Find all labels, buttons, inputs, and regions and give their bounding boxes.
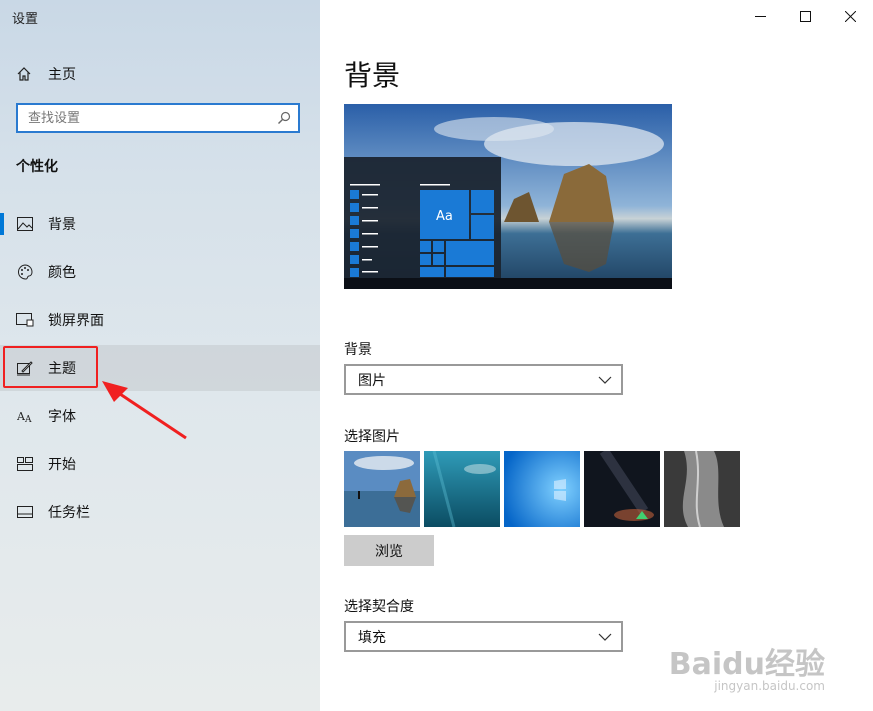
sidebar-item-background[interactable]: 背景	[0, 201, 320, 247]
close-icon	[845, 10, 856, 22]
sidebar-item-colors[interactable]: 颜色	[0, 249, 320, 295]
taskbar-icon	[16, 503, 34, 521]
sidebar-item-label: 字体	[48, 409, 76, 425]
picture-thumbnail-2[interactable]	[424, 451, 500, 527]
sidebar-item-start[interactable]: 开始	[0, 441, 320, 487]
maximize-button[interactable]	[783, 0, 828, 32]
lock-screen-icon	[16, 311, 34, 329]
background-type-label: 背景	[344, 342, 372, 358]
home-icon	[17, 67, 31, 81]
fit-dropdown[interactable]: 填充	[344, 621, 623, 652]
maximize-icon	[800, 10, 811, 22]
watermark-sub: jingyan.baidu.com	[714, 679, 825, 693]
background-type-dropdown[interactable]: 图片	[344, 364, 623, 395]
sidebar: 设置 主页 个性化 背景 颜色 锁屏界面	[0, 0, 320, 711]
sidebar-item-label: 颜色	[48, 265, 76, 281]
minimize-button[interactable]	[738, 0, 783, 32]
fit-value: 填充	[358, 629, 386, 646]
fit-label: 选择契合度	[344, 599, 414, 615]
picture-thumbnail-3[interactable]	[504, 451, 580, 527]
watermark: Baidu经验 jingyan.baidu.com	[668, 639, 825, 693]
home-label: 主页	[48, 67, 76, 83]
annotation-highlight-box	[3, 346, 98, 388]
search-box[interactable]	[16, 103, 300, 133]
desktop-preview: Aa	[344, 104, 672, 289]
start-tiles-icon	[16, 455, 34, 473]
svg-text:A: A	[24, 415, 32, 423]
browse-button[interactable]: 浏览	[344, 535, 434, 566]
palette-icon	[16, 263, 34, 281]
sidebar-item-label: 背景	[48, 217, 76, 233]
page-title: 背景	[344, 59, 401, 92]
sidebar-item-label: 开始	[48, 457, 76, 473]
chevron-down-icon	[598, 376, 612, 384]
sidebar-item-label: 任务栏	[48, 505, 90, 521]
section-title: 个性化	[16, 159, 58, 175]
background-type-value: 图片	[358, 372, 386, 389]
sidebar-item-label: 锁屏界面	[48, 313, 104, 329]
sidebar-item-taskbar[interactable]: 任务栏	[0, 489, 320, 535]
window-title: 设置	[12, 12, 39, 27]
font-icon: AA	[16, 407, 34, 425]
sidebar-item-lock-screen[interactable]: 锁屏界面	[0, 297, 320, 343]
close-button[interactable]	[828, 0, 873, 32]
chevron-down-icon	[598, 633, 612, 641]
minimize-icon	[755, 15, 766, 17]
picture-thumbnail-5[interactable]	[664, 451, 740, 527]
window-controls	[738, 0, 873, 32]
home-nav-item[interactable]: 主页	[16, 63, 76, 85]
search-icon[interactable]	[277, 111, 291, 125]
picture-icon	[16, 215, 34, 233]
picture-thumbnail-1[interactable]	[344, 451, 420, 527]
annotation-arrow-icon	[102, 381, 187, 440]
watermark-text: Baidu经验	[668, 647, 825, 682]
preview-wallpaper-image	[344, 104, 672, 289]
search-input[interactable]	[18, 105, 268, 131]
picture-thumbnail-4[interactable]	[584, 451, 660, 527]
preview-tile-text: Aa	[436, 209, 453, 224]
active-indicator	[0, 213, 4, 235]
choose-picture-label: 选择图片	[344, 429, 400, 445]
